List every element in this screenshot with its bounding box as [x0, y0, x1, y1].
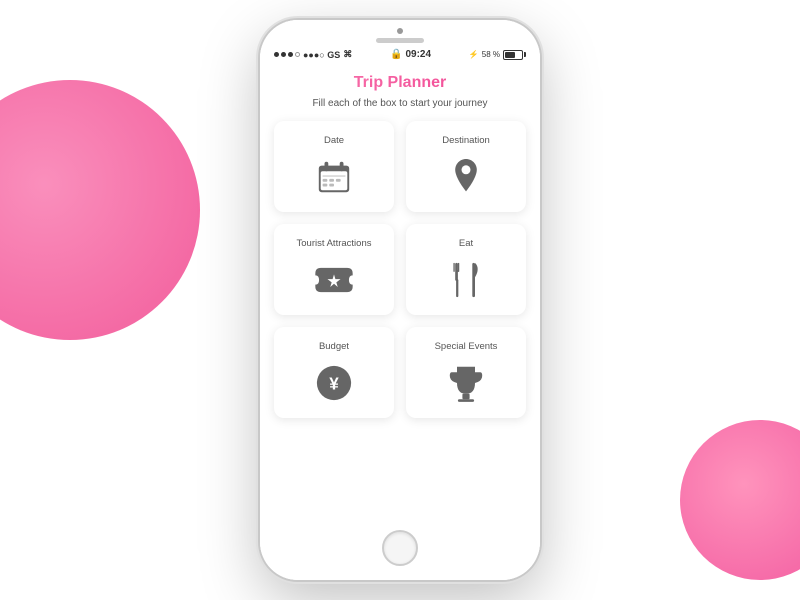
tourist-attractions-label: Tourist Attractions [297, 238, 372, 249]
eat-card[interactable]: Eat [406, 224, 526, 315]
phone-top-bar [260, 20, 540, 47]
wifi-icon: ⌘ [343, 49, 352, 60]
date-card[interactable]: Date [274, 121, 394, 212]
food-icon [445, 259, 487, 301]
status-bar: ●●●○ GS ⌘ 🔒 09:24 ⚡ 58 % [260, 47, 540, 64]
background-circle-left [0, 80, 200, 340]
budget-label: Budget [319, 341, 349, 352]
calendar-icon [313, 156, 355, 198]
app-screen: Trip Planner Fill each of the box to sta… [260, 64, 540, 520]
status-carrier: ●●●○ GS ⌘ [274, 49, 352, 60]
lightning-icon: ⚡ [469, 50, 479, 59]
app-subtitle: Fill each of the box to start your journ… [260, 98, 540, 121]
battery-icon [503, 50, 526, 60]
eat-label: Eat [459, 238, 473, 249]
budget-card[interactable]: Budget ¥ [274, 327, 394, 418]
status-battery: ⚡ 58 % [469, 50, 526, 60]
special-events-label: Special Events [435, 341, 498, 352]
status-time: 🔒 09:24 [390, 49, 431, 60]
signal-dot-3 [288, 52, 293, 57]
ticket-icon [313, 259, 355, 301]
card-grid: Date [260, 121, 540, 432]
home-button[interactable] [382, 530, 418, 566]
date-label: Date [324, 135, 344, 146]
lock-icon: 🔒 [390, 49, 402, 60]
signal-dot-4 [295, 52, 300, 57]
destination-card[interactable]: Destination [406, 121, 526, 212]
destination-label: Destination [442, 135, 490, 146]
background-circle-right [680, 420, 800, 580]
signal-dots [274, 52, 300, 57]
tourist-attractions-card[interactable]: Tourist Attractions [274, 224, 394, 315]
svg-text:¥: ¥ [329, 375, 339, 394]
signal-dot-1 [274, 52, 279, 57]
trophy-icon [445, 362, 487, 404]
phone-speaker [376, 38, 424, 43]
carrier-label: ●●●○ GS [303, 50, 340, 60]
phone-bottom [260, 520, 540, 580]
currency-icon: ¥ [313, 362, 355, 404]
signal-dot-2 [281, 52, 286, 57]
location-icon [445, 156, 487, 198]
phone-camera [397, 28, 403, 34]
special-events-card[interactable]: Special Events [406, 327, 526, 418]
phone-frame: ●●●○ GS ⌘ 🔒 09:24 ⚡ 58 % Trip Planner Fi… [260, 20, 540, 580]
app-title: Trip Planner [260, 64, 540, 98]
